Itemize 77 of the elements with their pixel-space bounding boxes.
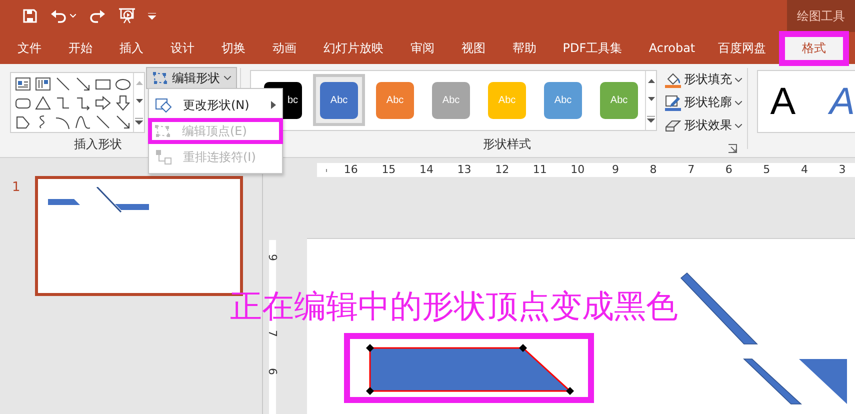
- group-label: 插入形状: [74, 136, 122, 153]
- undo-icon[interactable]: [50, 8, 68, 24]
- paint-bucket-icon: [665, 72, 682, 88]
- diagonal-shape[interactable]: [799, 359, 847, 404]
- ribbon-tab[interactable]: 开始: [55, 32, 106, 64]
- expand-gallery-icon[interactable]: [135, 118, 143, 125]
- scroll-down-icon[interactable]: [136, 99, 142, 104]
- ribbon-tab[interactable]: 百度网盘: [709, 32, 775, 64]
- annotation-text: 正在编辑中的形状顶点变成黑色: [230, 286, 678, 326]
- eraser-icon: [665, 118, 682, 132]
- line-icon[interactable]: [94, 113, 112, 131]
- caret-icon: [224, 76, 232, 80]
- expand-gallery-icon[interactable]: [647, 116, 656, 123]
- ribbon-tab[interactable]: 视图: [448, 32, 499, 64]
- ruler-label: 6: [267, 368, 278, 375]
- style-option[interactable]: Abc: [537, 74, 590, 126]
- pen-icon: [665, 94, 682, 110]
- change-shape-icon: [155, 97, 173, 113]
- save-icon[interactable]: [22, 8, 38, 24]
- group-label: 形状样式: [483, 136, 532, 153]
- vertical-text-box-icon[interactable]: [34, 75, 52, 93]
- wordart-sample[interactable]: A: [830, 82, 855, 120]
- ribbon-tab[interactable]: 格式: [785, 37, 843, 60]
- shape-command-button[interactable]: 形状填充: [665, 70, 742, 89]
- ribbon-tab[interactable]: Acrobat: [635, 32, 709, 64]
- caret-icon: [735, 78, 742, 82]
- scroll-down-icon[interactable]: [648, 97, 655, 102]
- dialog-launcher-icon[interactable]: [728, 144, 738, 153]
- ribbon-tab[interactable]: 幻灯片放映: [310, 32, 397, 64]
- ribbon-tab[interactable]: 设计: [157, 32, 208, 64]
- slide-number: 1: [12, 180, 20, 195]
- arrow-line-icon[interactable]: [114, 113, 132, 131]
- swatch-text: Abc: [498, 94, 516, 106]
- ribbon-tab[interactable]: 动画: [259, 32, 310, 64]
- reroute-connector-icon: [155, 149, 173, 165]
- ribbon-tab[interactable]: 帮助: [499, 32, 550, 64]
- shape-command-button[interactable]: 形状轮廓: [665, 93, 742, 112]
- style-option[interactable]: Abc: [593, 74, 646, 126]
- swatch-text: Abc: [330, 94, 348, 106]
- shape-command-button[interactable]: 形状效果: [665, 116, 742, 135]
- swatch-text: Abc: [610, 94, 628, 106]
- ribbon-tab[interactable]: 插入: [106, 32, 157, 64]
- swatch-text: Abc: [442, 94, 460, 106]
- selected-shape[interactable]: [366, 344, 574, 395]
- text-box-icon[interactable]: [14, 75, 32, 93]
- diagonal-shape[interactable]: [680, 272, 758, 344]
- caret-icon: [735, 124, 742, 128]
- swatch-text: Abc: [554, 94, 572, 106]
- ribbon-tab[interactable]: 切换: [208, 32, 259, 64]
- slideshow-icon[interactable]: [118, 7, 136, 25]
- ribbon-tab[interactable]: 审阅: [397, 32, 448, 64]
- ruler-label: 9: [267, 254, 278, 261]
- swatch-text: bc: [287, 94, 298, 106]
- scroll-up-icon[interactable]: [648, 78, 655, 83]
- edit-shape-button[interactable]: 编辑形状: [146, 67, 238, 89]
- diagonal-shape[interactable]: [743, 358, 802, 404]
- caret-icon: [735, 100, 742, 104]
- context-tab-label: 绘图工具: [787, 0, 855, 32]
- curve-icon[interactable]: [74, 113, 92, 131]
- redo-icon[interactable]: [88, 8, 106, 24]
- edit-points-icon: [154, 124, 172, 138]
- arrow-line-icon[interactable]: [74, 75, 92, 93]
- ribbon-tab[interactable]: 文件: [4, 32, 55, 64]
- style-option[interactable]: Abc: [313, 74, 366, 126]
- ruler-label: 7: [267, 330, 278, 337]
- caret-icon[interactable]: [70, 14, 76, 18]
- edit-points-icon: [152, 71, 168, 85]
- ribbon-tab[interactable]: PDF工具集: [550, 32, 635, 64]
- menu-item[interactable]: 更改形状(N): [149, 92, 282, 118]
- wordart-sample[interactable]: A: [770, 82, 796, 120]
- down-arrow-icon[interactable]: [114, 94, 132, 112]
- swatch-text: Abc: [386, 94, 404, 106]
- customize-icon[interactable]: [148, 12, 156, 20]
- style-option[interactable]: Abc: [369, 74, 422, 126]
- triangle-icon[interactable]: [34, 94, 52, 112]
- line-icon[interactable]: [54, 75, 72, 93]
- right-arrow-icon[interactable]: [94, 94, 112, 112]
